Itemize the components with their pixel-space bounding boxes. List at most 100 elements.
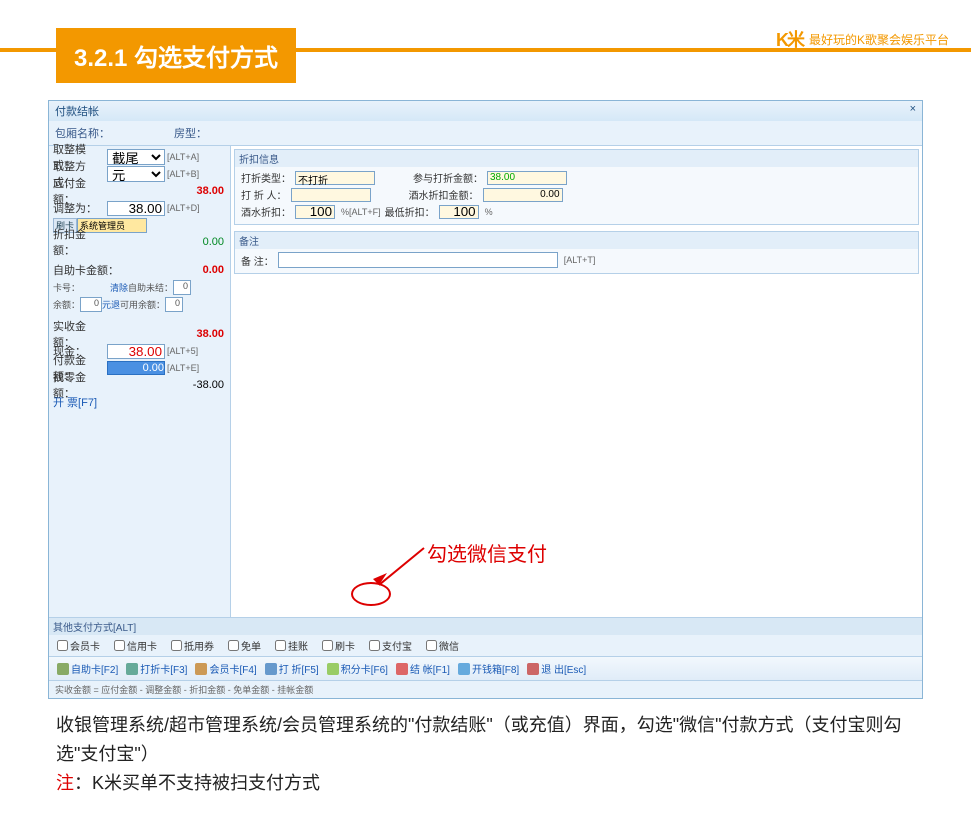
discount-section-title: 折扣信息: [235, 150, 918, 167]
selfcard-label: 自助卡金额：: [53, 262, 119, 278]
page-title: 3.2.1 勾选支付方式: [56, 28, 296, 83]
pay-method-2[interactable]: 抵用券: [171, 638, 214, 653]
footer-note-label: 注: [56, 773, 74, 793]
toolbar-label-4: 积分卡[F6]: [341, 661, 388, 676]
action-toolbar: 自助卡[F2] 打折卡[F3] 会员卡[F4] 打 折[F5] 积分卡[F6] 结 帐[F…: [49, 656, 922, 680]
footer-note-text: ：K米买单不支持被扫支付方式: [74, 773, 320, 793]
toolbar-btn-3[interactable]: 打 折[F5]: [265, 661, 319, 676]
status-bar: 实收金额 = 应付金额 - 调整金额 - 折扣金额 - 免单金额 - 挂帐金额: [49, 680, 922, 698]
pay-method-label-6: 支付宝: [382, 638, 412, 653]
pay-method-checkbox-5[interactable]: [322, 640, 333, 651]
balance-value: 0: [80, 297, 102, 312]
pay-method-label-2: 抵用券: [184, 638, 214, 653]
discount-person-value: [291, 188, 371, 202]
pay-method-4[interactable]: 挂账: [275, 638, 308, 653]
pay-method-checkbox-6[interactable]: [369, 640, 380, 651]
pay-method-3[interactable]: 免单: [228, 638, 261, 653]
pay-methods-row: 会员卡信用卡 抵用券 免单挂账 刷卡 支付宝 微信: [49, 635, 922, 656]
toolbar-label-3: 打 折[F5]: [279, 661, 319, 676]
participate-value: 38.00: [487, 171, 567, 185]
toolbar-btn-2[interactable]: 会员卡[F4]: [195, 661, 256, 676]
footer-description: 收银管理系统/超市管理系统/会员管理系统的"付款结账"（或充值）界面，勾选"微信…: [56, 711, 915, 797]
window-title: 付款结帐: [55, 103, 99, 119]
paid-input[interactable]: 0.00: [107, 361, 165, 375]
pay-method-6[interactable]: 支付宝: [369, 638, 412, 653]
pay-method-label-5: 刷卡: [335, 638, 355, 653]
min-discount-input[interactable]: [439, 205, 479, 219]
adjust-input[interactable]: [107, 201, 165, 216]
pay-method-checkbox-0[interactable]: [57, 640, 68, 651]
wine-amt-label: 酒水折扣金额：: [409, 187, 479, 202]
pay-methods-title: 其他支付方式[ALT]: [49, 618, 922, 635]
discount-person-label: 打 折 人：: [241, 187, 287, 202]
payable-value: 38.00: [107, 185, 226, 197]
change-value: -38.00: [107, 379, 226, 391]
toolbar-btn-7[interactable]: 退 出[Esc]: [527, 661, 586, 676]
round-unit-hint: [ALT+B]: [167, 169, 199, 179]
cash-hint: [ALT+5]: [167, 346, 198, 356]
discount-amt-label: 折扣金额：: [53, 226, 107, 258]
toolbar-btn-0[interactable]: 自助卡[F2]: [57, 661, 118, 676]
actual-value: 38.00: [107, 328, 226, 340]
wine-unit: %[ALT+F]: [341, 207, 381, 217]
adjust-hint: [ALT+D]: [167, 203, 200, 213]
balance-label: 余额：: [53, 298, 80, 311]
cardno-label: 卡号：: [53, 281, 80, 294]
discount-type-value: 不打折: [295, 171, 375, 185]
wine-discount-label: 酒水折扣：: [241, 204, 291, 219]
discount-amt-value: 0.00: [107, 236, 226, 248]
toolbar-label-2: 会员卡[F4]: [209, 661, 256, 676]
memo-input[interactable]: [278, 252, 558, 268]
round-unit-select[interactable]: 元: [107, 166, 165, 182]
toolbar-icon-1: [126, 663, 138, 675]
round-mode-hint: [ALT+A]: [167, 152, 199, 162]
brand-tagline: 最好玩的K歌聚会娱乐平台: [809, 31, 949, 48]
toolbar-icon-3: [265, 663, 277, 675]
toolbar-label-6: 开钱箱[F8]: [472, 661, 519, 676]
pay-method-7[interactable]: 微信: [426, 638, 459, 653]
pay-method-checkbox-1[interactable]: [114, 640, 125, 651]
memo-label: 备 注：: [241, 253, 274, 268]
room-name-label: 包厢名称：: [55, 125, 110, 141]
recharge-label: 自助未结：: [128, 281, 173, 294]
toolbar-label-0: 自助卡[F2]: [71, 661, 118, 676]
clear-button[interactable]: 清除: [110, 281, 128, 294]
toolbar-icon-6: [458, 663, 470, 675]
brand-logo: K米: [776, 26, 803, 52]
toolbar-btn-6[interactable]: 开钱箱[F8]: [458, 661, 519, 676]
toolbar-label-7: 退 出[Esc]: [541, 661, 586, 676]
toolbar-btn-4[interactable]: 积分卡[F6]: [327, 661, 388, 676]
toolbar-icon-0: [57, 663, 69, 675]
pay-method-checkbox-4[interactable]: [275, 640, 286, 651]
wine-discount-input[interactable]: [295, 205, 335, 219]
annotation-circle: [351, 582, 391, 606]
toolbar-icon-4: [327, 663, 339, 675]
toolbar-btn-5[interactable]: 结 帐[F1]: [396, 661, 450, 676]
pay-method-5[interactable]: 刷卡: [322, 638, 355, 653]
cash-input[interactable]: [107, 344, 165, 359]
toolbar-btn-1[interactable]: 打折卡[F3]: [126, 661, 187, 676]
pay-method-1[interactable]: 信用卡: [114, 638, 157, 653]
pay-method-checkbox-2[interactable]: [171, 640, 182, 651]
min-unit: %: [485, 207, 493, 217]
available-label: 可用余额：: [120, 298, 165, 311]
pay-method-checkbox-3[interactable]: [228, 640, 239, 651]
close-icon[interactable]: ×: [910, 103, 916, 119]
wine-amt-value: 0.00: [483, 188, 563, 202]
invoice-link[interactable]: 开 票[F7]: [53, 394, 97, 410]
brand: K米 最好玩的K歌聚会娱乐平台: [776, 26, 949, 52]
memo-hint: [ALT+T]: [564, 255, 596, 265]
balance-unit[interactable]: 元退: [102, 298, 120, 311]
toolbar-icon-7: [527, 663, 539, 675]
pay-method-0[interactable]: 会员卡: [57, 638, 100, 653]
room-type-label: 房型：: [174, 125, 207, 141]
toolbar-label-1: 打折卡[F3]: [140, 661, 187, 676]
pay-method-checkbox-7[interactable]: [426, 640, 437, 651]
content-area: [231, 277, 922, 617]
available-value: 0: [165, 297, 183, 312]
pay-method-label-7: 微信: [439, 638, 459, 653]
discount-section: 折扣信息 打折类型： 不打折 参与打折金额： 38.00 打 折 人： 酒水折扣…: [234, 149, 919, 225]
pay-method-label-3: 免单: [241, 638, 261, 653]
round-mode-select[interactable]: 截尾: [107, 149, 165, 165]
memo-section: 备注 备 注： [ALT+T]: [234, 231, 919, 274]
